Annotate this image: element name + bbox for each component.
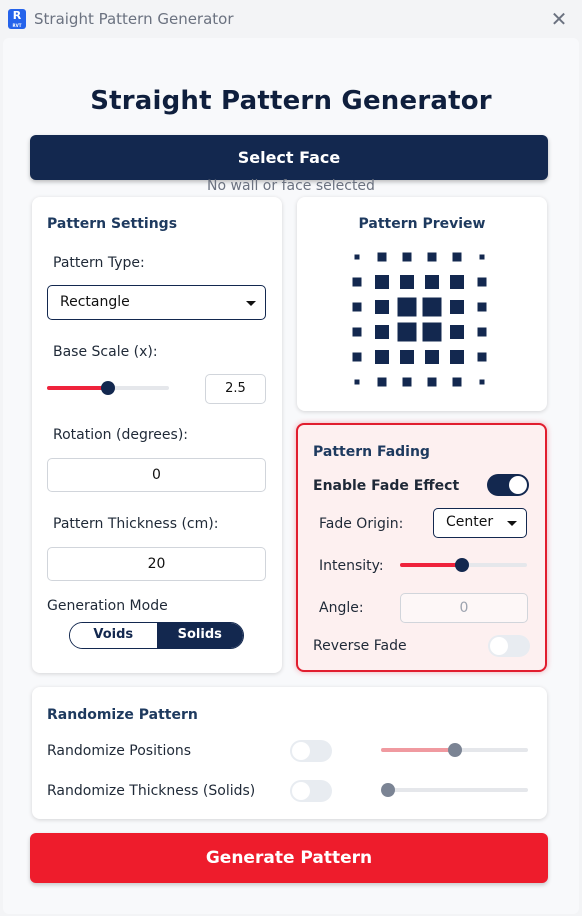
fade-origin-select[interactable]: Center (433, 508, 527, 538)
base-scale-slider-thumb[interactable] (101, 381, 115, 395)
pattern-cell (450, 325, 464, 339)
window-title: Straight Pattern Generator (34, 10, 234, 28)
pattern-cell (352, 277, 362, 287)
pattern-preview-title: Pattern Preview (358, 216, 486, 232)
pattern-cell (422, 297, 442, 317)
pattern-cell (427, 377, 437, 387)
generation-mode-label: Generation Mode (47, 598, 168, 614)
reverse-fade-toggle[interactable] (488, 635, 530, 657)
pattern-cell (377, 377, 387, 387)
pattern-type-label: Pattern Type: (53, 255, 145, 271)
randomize-positions-toggle[interactable] (290, 740, 332, 762)
base-scale-slider[interactable] (47, 381, 169, 395)
randomize-thickness-slider[interactable] (381, 783, 528, 797)
pattern-cell (425, 275, 439, 289)
toggle-knob (292, 742, 310, 760)
pattern-cell (400, 350, 414, 364)
page-title: Straight Pattern Generator (90, 86, 492, 116)
randomize-thickness-label: Randomize Thickness (Solids) (47, 783, 256, 799)
pattern-cell (425, 350, 439, 364)
randomize-positions-slider-fill (381, 748, 455, 752)
pattern-cell (450, 300, 464, 314)
chevron-down-icon (246, 300, 256, 306)
pattern-cell (452, 252, 462, 262)
app-logo-icon: R RVT (8, 9, 26, 29)
mode-solids-option[interactable]: Solids (156, 623, 243, 648)
intensity-slider-fill (400, 563, 463, 567)
pattern-cell (352, 352, 362, 362)
toggle-knob (509, 476, 527, 494)
mode-voids-option[interactable]: Voids (70, 623, 157, 648)
select-face-button[interactable]: Select Face (30, 135, 548, 180)
enable-fade-toggle[interactable] (487, 474, 529, 496)
pattern-preview-canvas (352, 252, 487, 387)
pattern-cell (375, 300, 389, 314)
fade-origin-label: Fade Origin: (319, 516, 404, 532)
enable-fade-label: Enable Fade Effect (313, 478, 460, 494)
close-icon[interactable]: ✕ (549, 9, 569, 29)
intensity-slider[interactable] (400, 558, 527, 572)
generate-pattern-button[interactable]: Generate Pattern (30, 833, 548, 883)
angle-input[interactable]: 0 (400, 593, 528, 623)
fade-origin-value: Center (446, 514, 494, 530)
selection-status: No wall or face selected (207, 178, 375, 194)
pattern-cell (375, 275, 389, 289)
pattern-cell (452, 377, 462, 387)
pattern-cell (450, 350, 464, 364)
pattern-fading-title: Pattern Fading (313, 444, 430, 460)
toggle-knob (292, 782, 310, 800)
chevron-down-icon (507, 521, 517, 526)
pattern-cell (354, 254, 360, 260)
pattern-cell (402, 252, 412, 262)
pattern-cell (354, 379, 360, 385)
angle-label: Angle: (319, 600, 364, 616)
pattern-cell (479, 379, 485, 385)
rotation-label: Rotation (degrees): (53, 427, 188, 443)
pattern-cell (375, 350, 389, 364)
intensity-label: Intensity: (319, 558, 384, 574)
pattern-cell (477, 302, 487, 312)
randomize-thickness-slider-thumb[interactable] (381, 783, 395, 797)
randomize-pattern-title: Randomize Pattern (47, 707, 198, 723)
pattern-cell (352, 327, 362, 337)
randomize-positions-slider-thumb[interactable] (447, 743, 462, 757)
generation-mode-toggle: Voids Solids (69, 622, 244, 649)
title-bar: R RVT Straight Pattern Generator ✕ (0, 0, 582, 38)
pattern-type-value: Rectangle (60, 294, 130, 310)
pattern-cell (375, 325, 389, 339)
pattern-cell (402, 377, 412, 387)
base-scale-slider-fill (47, 386, 108, 390)
randomize-thickness-toggle[interactable] (290, 780, 332, 802)
thickness-label: Pattern Thickness (cm): (53, 516, 219, 532)
pattern-cell (352, 302, 362, 312)
pattern-settings-title: Pattern Settings (47, 216, 178, 232)
pattern-cell (479, 254, 485, 260)
pattern-cell (477, 352, 487, 362)
pattern-type-select[interactable]: Rectangle (47, 285, 266, 320)
pattern-cell (427, 252, 437, 262)
randomize-positions-label: Randomize Positions (47, 743, 192, 759)
toggle-knob (490, 637, 508, 655)
pattern-cell (477, 277, 487, 287)
base-scale-input[interactable]: 2.5 (205, 374, 266, 404)
base-scale-label: Base Scale (x): (53, 344, 158, 360)
pattern-cell (400, 275, 414, 289)
reverse-fade-label: Reverse Fade (313, 638, 407, 654)
pattern-cell (397, 322, 417, 342)
pattern-cell (377, 252, 387, 262)
pattern-cell (397, 297, 417, 317)
pattern-cell (450, 275, 464, 289)
pattern-cell (477, 327, 487, 337)
randomize-positions-slider[interactable] (381, 743, 528, 757)
rotation-input[interactable]: 0 (47, 458, 266, 492)
thickness-input[interactable]: 20 (47, 547, 266, 581)
pattern-cell (422, 322, 442, 342)
